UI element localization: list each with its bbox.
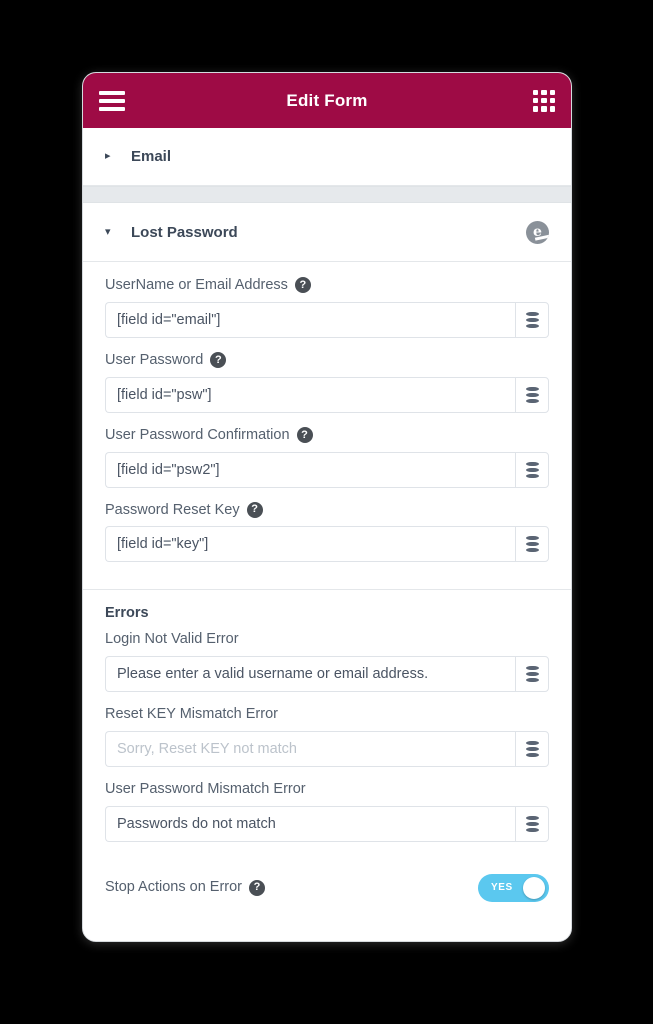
field-label: Password Reset Key ? [105,501,549,520]
help-icon[interactable]: ? [210,352,227,369]
field-reset-key-mismatch-error: Reset KEY Mismatch Error Sorry, Reset KE… [105,705,549,767]
database-icon-button[interactable] [515,301,549,338]
field-label: Stop Actions on Error ? [105,878,266,897]
section-title-lost-password: Lost Password [131,223,238,241]
field-label: Login Not Valid Error [105,630,549,649]
hamburger-bar [99,106,125,111]
grid-icon[interactable] [533,89,555,112]
database-icon [525,461,539,478]
chevron-down-icon: ▾ [105,225,111,238]
errors-heading: Errors [105,604,549,623]
login-not-valid-error-input[interactable]: Please enter a valid username or email a… [105,656,515,693]
field-password-reset-key: Password Reset Key ? [field id="key"] [105,501,549,563]
input-row: [field id="key"] [105,526,549,563]
input-row: [field id="psw2"] [105,451,549,488]
field-label: User Password Mismatch Error [105,780,549,799]
field-label: User Password Confirmation ? [105,426,549,445]
hamburger-bar [99,90,125,95]
database-icon [525,386,539,403]
input-row: [field id="psw"] [105,376,549,413]
form-editor-card: Edit Form ▸ Email ▾ Lost Password e User… [82,72,572,942]
field-label: Reset KEY Mismatch Error [105,705,549,724]
database-icon [525,740,539,757]
help-icon[interactable]: ? [294,277,311,294]
user-password-confirmation-input[interactable]: [field id="psw2"] [105,451,515,488]
page-title: Edit Form [286,90,368,110]
field-label: UserName or Email Address ? [105,276,549,295]
database-icon-button[interactable] [515,451,549,488]
database-icon [525,536,539,553]
database-icon [525,815,539,832]
elementor-badge-icon[interactable]: e [526,220,549,244]
field-label-text: Reset KEY Mismatch Error [105,706,278,723]
user-password-input[interactable]: [field id="psw"] [105,376,515,413]
input-row: Please enter a valid username or email a… [105,656,549,693]
errors-heading-text: Errors [105,605,149,622]
field-label-text: Password Reset Key [105,501,240,518]
stop-actions-toggle[interactable]: YES [478,873,549,902]
section-header-lost-password[interactable]: ▾ Lost Password e [83,203,571,262]
field-user-password-mismatch-error: User Password Mismatch Error Passwords d… [105,780,549,842]
database-icon-button[interactable] [515,376,549,413]
reset-key-mismatch-error-input[interactable]: Sorry, Reset KEY not match [105,730,515,767]
field-login-not-valid-error: Login Not Valid Error Please enter a val… [105,630,549,693]
database-icon-button[interactable] [515,730,549,767]
database-icon-button[interactable] [515,526,549,563]
database-icon [525,666,539,683]
hamburger-icon[interactable] [99,90,125,111]
stop-actions-on-error-row: Stop Actions on Error ? YES [83,865,571,902]
help-icon[interactable]: ? [246,501,263,518]
field-label-text: User Password Mismatch Error [105,780,306,797]
section-gap [83,186,571,203]
user-password-mismatch-error-input[interactable]: Passwords do not match [105,805,515,842]
hamburger-bar [99,98,125,103]
toggle-state-label: YES [491,882,513,894]
database-icon-button[interactable] [515,656,549,693]
field-label-text: User Password [105,351,204,368]
errors-group: Errors Login Not Valid Error Please ente… [83,590,571,864]
section-header-email[interactable]: ▸ Email [83,128,571,186]
chevron-right-icon: ▸ [105,150,111,162]
password-reset-key-input[interactable]: [field id="key"] [105,526,515,563]
input-row: Sorry, Reset KEY not match [105,730,549,767]
field-label-text: User Password Confirmation [105,426,290,443]
database-icon-button[interactable] [515,805,549,842]
username-or-email-input[interactable]: [field id="email"] [105,301,515,338]
stop-actions-label: Stop Actions on Error [105,879,243,896]
field-label: User Password ? [105,351,549,370]
field-user-password: User Password ? [field id="psw"] [105,351,549,413]
input-row: Passwords do not match [105,805,549,842]
app-header: Edit Form [83,73,571,128]
lost-password-fields: UserName or Email Address ? [field id="e… [83,262,571,585]
database-icon [525,311,539,328]
section-title-email: Email [131,148,172,165]
help-icon[interactable]: ? [249,879,266,896]
field-label-text: UserName or Email Address [105,277,288,293]
form-body: ▸ Email ▾ Lost Password e UserName or Em… [83,128,571,941]
field-user-password-confirmation: User Password Confirmation ? [field id="… [105,426,549,488]
screen-background: Edit Form ▸ Email ▾ Lost Password e User… [0,0,653,1024]
toggle-knob [523,876,545,899]
input-row: [field id="email"] [105,301,549,338]
help-icon[interactable]: ? [296,427,313,444]
field-label-text: Login Not Valid Error [105,631,239,648]
field-username-or-email: UserName or Email Address ? [field id="e… [105,276,549,338]
